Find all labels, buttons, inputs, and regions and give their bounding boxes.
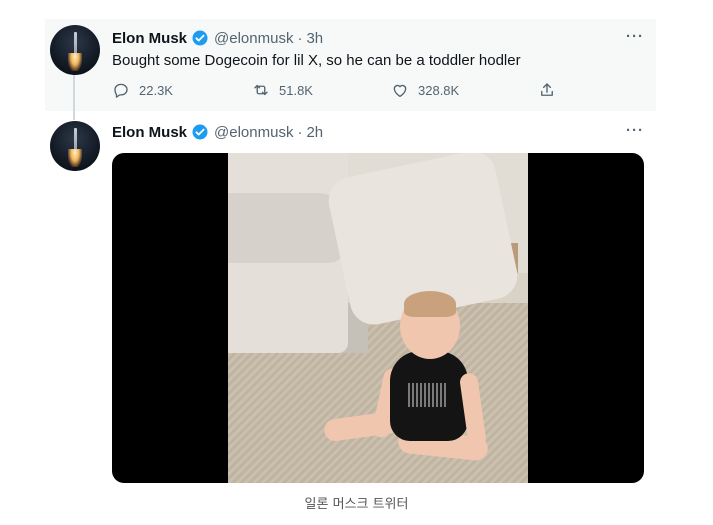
tweet-2-header: Elon Musk @elonmusk · 2h (112, 123, 323, 141)
separator-dot: · (297, 29, 303, 47)
video-frame (228, 153, 528, 483)
share-button[interactable] (538, 81, 565, 99)
tweet-1-header: Elon Musk @elonmusk · 3h (112, 29, 323, 47)
verified-badge-icon (191, 29, 209, 47)
tweet-text: Bought some Dogecoin for lil X, so he ca… (112, 52, 521, 69)
like-button[interactable]: 328.8K (391, 81, 459, 99)
heart-icon (393, 84, 407, 98)
rocket-flame-image (68, 149, 82, 167)
reply-button[interactable]: 22.3K (112, 81, 173, 99)
shirt-print-image (408, 383, 448, 407)
reply-count: 22.3K (139, 82, 173, 98)
more-options-icon[interactable]: ··· (626, 28, 644, 45)
avatar[interactable] (50, 25, 100, 75)
timestamp[interactable]: 3h (306, 30, 323, 47)
avatar[interactable] (50, 121, 100, 171)
more-options-icon[interactable]: ··· (626, 122, 644, 139)
retweet-button[interactable]: 51.8K (252, 81, 313, 99)
author-handle[interactable]: @elonmusk (214, 30, 293, 47)
baby-hair-image (404, 291, 456, 317)
author-name[interactable]: Elon Musk (112, 124, 187, 141)
share-icon (541, 83, 553, 96)
retweet-icon (254, 84, 268, 96)
rocket-flame-image (68, 53, 82, 71)
reply-icon (114, 83, 128, 98)
author-name[interactable]: Elon Musk (112, 30, 187, 47)
author-handle[interactable]: @elonmusk (214, 124, 293, 141)
retweet-count: 51.8K (279, 82, 313, 98)
like-count: 328.8K (418, 82, 460, 98)
separator-dot: · (297, 123, 303, 141)
timestamp[interactable]: 2h (306, 124, 323, 141)
verified-badge-icon (191, 123, 209, 141)
image-caption: 일론 머스크 트위터 (304, 497, 409, 512)
video-player[interactable] (112, 153, 644, 483)
thread-connector (73, 74, 75, 120)
